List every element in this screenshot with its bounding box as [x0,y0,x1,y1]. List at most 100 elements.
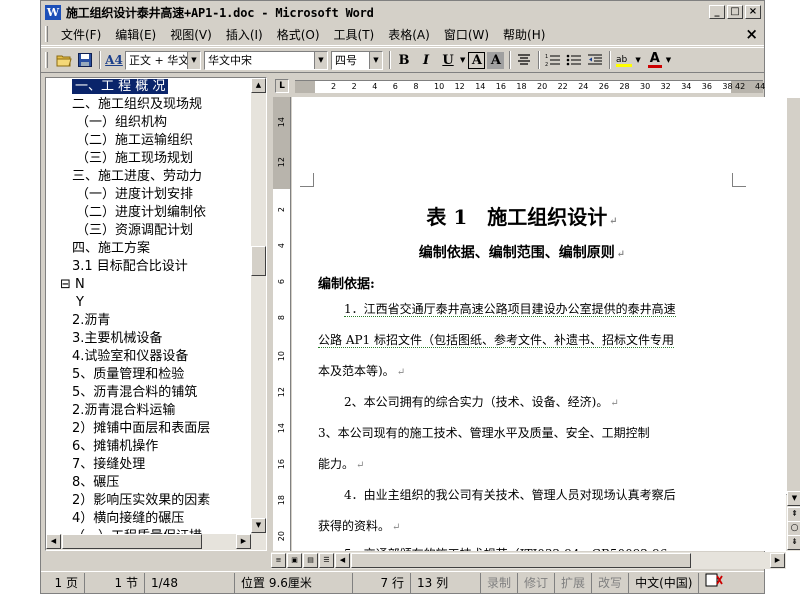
menu-insert[interactable]: 插入(I) [219,26,270,43]
outline-item[interactable]: （二）施工运输组织 [46,132,251,150]
outline-item[interactable]: （三）资源调配计划 [46,222,251,240]
vertical-ruler[interactable]: 1412246810121416182022 [273,97,291,551]
outline-item[interactable]: 3.主要机械设备 [46,330,251,348]
font-combo[interactable]: 华文中宋 ▼ [204,50,328,70]
chevron-down-icon[interactable]: ▼ [187,51,200,69]
bold-button[interactable]: B [394,50,414,70]
outline-item[interactable]: （一）组织机构 [46,114,251,132]
print-layout-view-icon[interactable]: ▤ [303,553,318,568]
outline-item[interactable]: 8、碾压 [46,474,251,492]
character-shading-button[interactable]: A [487,51,505,69]
web-layout-view-icon[interactable]: ▣ [287,553,302,568]
outline-item[interactable]: ⊟ N [46,276,251,294]
outline-item[interactable]: （三）施工现场规划 [46,150,251,168]
align-center-icon[interactable] [514,50,534,70]
chevron-down-icon[interactable]: ▼ [369,51,382,69]
scroll-up-icon[interactable]: ▲ [251,78,266,93]
highlight-dropdown-icon[interactable]: ▼ [635,56,640,64]
svg-text:ab: ab [616,55,628,65]
status-bar: 1 页 1 节 1/48 位置 9.6厘米 7 行 13 列 录制 修订 扩展 … [41,571,764,593]
outline-item-label: Y [76,295,84,310]
outline-item[interactable]: 6、摊铺机操作 [46,438,251,456]
outline-item[interactable]: 7、接缝处理 [46,456,251,474]
close-button[interactable]: × [745,5,761,19]
outline-item[interactable]: 5、沥青混合料的铺筑 [46,384,251,402]
document-horizontal-scrollbar[interactable]: ≡ ▣ ▤ ☰ ◀ ▶ [271,552,786,569]
menubar-grip[interactable] [45,26,48,42]
tab-selector[interactable]: L [275,79,289,93]
document-vertical-scrollbar[interactable]: ▼ ⇞ ○ ⇟ [786,97,800,551]
outline-item[interactable]: （一）进度计划安排 [46,186,251,204]
style-combo[interactable]: 正文 + 华文 ▼ [125,50,201,70]
menu-help[interactable]: 帮助(H) [496,26,552,43]
outline-item[interactable]: （二）进度计划编制依 [46,204,251,222]
scroll-left-icon[interactable]: ◀ [46,534,61,549]
toolbar-grip[interactable] [45,52,48,68]
outline-item[interactable]: 三、施工进度、劳动力 [46,168,251,186]
scroll-right-icon[interactable]: ▶ [236,534,251,549]
menu-file[interactable]: 文件(F) [54,26,108,43]
outline-hscroll-thumb[interactable] [62,534,202,549]
document-paragraph: 1．江西省交通厅泰井高速公路项目建设办公室提供的泰井高速 [344,302,676,317]
outline-item[interactable]: 4.试验室和仪器设备 [46,348,251,366]
spelling-status-icon[interactable] [699,573,729,593]
word-app-icon[interactable]: W [45,4,61,20]
scroll-right-icon[interactable]: ▶ [770,553,785,568]
document-canvas[interactable]: 表 1 施工组织设计 ↵ 编制依据、编制范围、编制原则 ↵ 编制依据: 1．江西省交… [292,97,778,551]
horizontal-ruler[interactable]: L 2 2 4 6 8 10 12 14 16 18 20 22 24 26 28 30 32 34 36 38 42 4… [271,77,765,95]
open-folder-icon[interactable] [54,50,74,70]
previous-page-icon[interactable]: ⇞ [787,507,800,522]
outline-scroll-thumb[interactable] [251,246,266,276]
status-track-changes[interactable]: 修订 [518,572,556,593]
underline-dropdown-icon[interactable]: ▼ [460,56,465,64]
menu-table[interactable]: 表格(A) [381,26,437,43]
outline-view-icon[interactable]: ☰ [319,553,334,568]
document-hscroll-thumb[interactable] [351,553,691,568]
chevron-down-icon[interactable]: ▼ [314,51,327,69]
status-record[interactable]: 录制 [481,572,519,593]
outline-item[interactable]: 2）摊铺中面层和表面层 [46,420,251,438]
outline-item[interactable]: Y [46,294,251,312]
select-browse-object-icon[interactable]: ○ [787,521,800,536]
outline-item[interactable]: 一、工 程 概 况 [46,78,251,96]
scroll-down-icon[interactable]: ▼ [251,518,266,533]
outline-item[interactable]: 3.1 目标配合比设计 [46,258,251,276]
outline-item[interactable]: 5、质量管理和检验 [46,366,251,384]
minimize-button[interactable]: _ [709,5,725,19]
underline-button[interactable]: U [438,50,458,70]
outline-item[interactable]: 2）影响压实效果的因素 [46,492,251,510]
italic-button[interactable]: I [416,50,436,70]
menu-format[interactable]: 格式(O) [270,26,327,43]
menu-tools[interactable]: 工具(T) [327,26,382,43]
maximize-button[interactable]: □ [727,5,743,19]
styles-icon[interactable]: A4 [104,50,124,70]
font-color-icon[interactable]: A [645,50,665,70]
menu-window[interactable]: 窗口(W) [437,26,496,43]
status-extend[interactable]: 扩展 [555,572,593,593]
outline-item[interactable]: 2.沥青 [46,312,251,330]
outline-vertical-scrollbar[interactable]: ▲ ▼ [251,78,266,534]
numbered-list-icon[interactable]: 12 [543,50,563,70]
scroll-left-icon[interactable]: ◀ [335,553,350,568]
menu-edit[interactable]: 编辑(E) [108,26,163,43]
character-border-button[interactable]: A [468,51,486,69]
scroll-down-icon[interactable]: ▼ [787,491,800,506]
outline-item[interactable]: 2.沥青混合料运输 [46,402,251,420]
menu-view[interactable]: 视图(V) [163,26,219,43]
bullet-list-icon[interactable] [564,50,584,70]
highlight-icon[interactable]: ab [614,50,634,70]
document-map-pane[interactable]: 一、工 程 概 况二、施工组织及现场规 （一）组织机构 （二）施工运输组织 （三）施工… [45,77,267,551]
outline-item[interactable]: 4）横向接缝的碾压 [46,510,251,528]
normal-view-icon[interactable]: ≡ [271,553,286,568]
outline-item[interactable]: 二、施工组织及现场规 [46,96,251,114]
decrease-indent-icon[interactable] [585,50,605,70]
font-size-combo[interactable]: 四号 ▼ [331,50,383,70]
document-scroll-thumb[interactable] [786,97,800,495]
font-color-dropdown-icon[interactable]: ▼ [666,56,671,64]
outline-item[interactable]: 四、施工方案 [46,240,251,258]
save-icon[interactable] [75,50,95,70]
status-overtype[interactable]: 改写 [592,572,630,593]
outline-horizontal-scrollbar[interactable]: ◀ ▶ [46,534,266,550]
document-close-button[interactable]: × [745,25,758,43]
next-page-icon[interactable]: ⇟ [787,535,800,550]
